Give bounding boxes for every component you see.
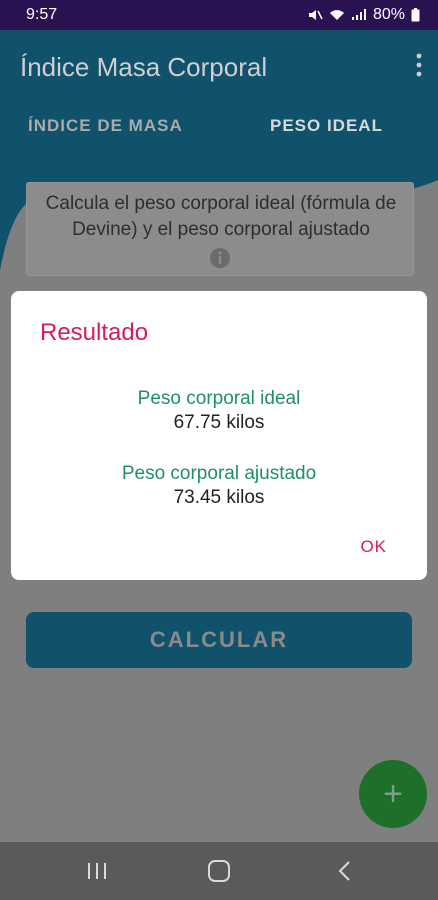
mute-icon [308,10,323,20]
recent-apps-icon[interactable] [82,858,112,884]
add-fab-button[interactable]: + [359,760,427,828]
wifi-icon [329,10,344,20]
back-icon[interactable] [330,858,360,884]
status-icons: 80% [307,6,420,24]
info-card: Calcula el peso corporal ideal (fórmula … [26,182,414,276]
battery-percent: 80% [372,6,405,23]
ideal-weight-label: Peso corporal ideal [137,388,301,409]
adjusted-weight-label: Peso corporal ajustado [121,463,317,484]
tab-indice-de-masa[interactable]: ÍNDICE DE MASA [28,116,183,136]
plus-icon: + [383,774,403,813]
status-time: 9:57 [26,6,58,23]
tab-peso-ideal[interactable]: PESO IDEAL [270,116,383,136]
ok-button[interactable]: OK [360,537,387,557]
battery-icon [411,8,420,22]
adjusted-weight-value: 73.45 kilos [173,487,265,508]
status-bar: 9:57 80% [0,0,438,30]
navigation-bar [0,842,438,900]
more-options-icon[interactable] [414,52,424,78]
info-text: Calcula el peso corporal ideal (fórmula … [45,193,397,240]
app-title: Índice Masa Corporal [20,52,268,82]
info-icon[interactable] [209,247,231,269]
calculate-button[interactable]: CALCULAR [26,612,412,668]
dialog-title: Resultado [40,319,149,346]
tab-bar: ÍNDICE DE MASA PESO IDEAL [0,116,438,146]
result-dialog: Resultado Peso corporal ideal 67.75 kilo… [11,291,427,580]
signal-icon [351,9,366,20]
ideal-weight-value: 67.75 kilos [173,412,265,433]
home-icon[interactable] [204,858,234,884]
